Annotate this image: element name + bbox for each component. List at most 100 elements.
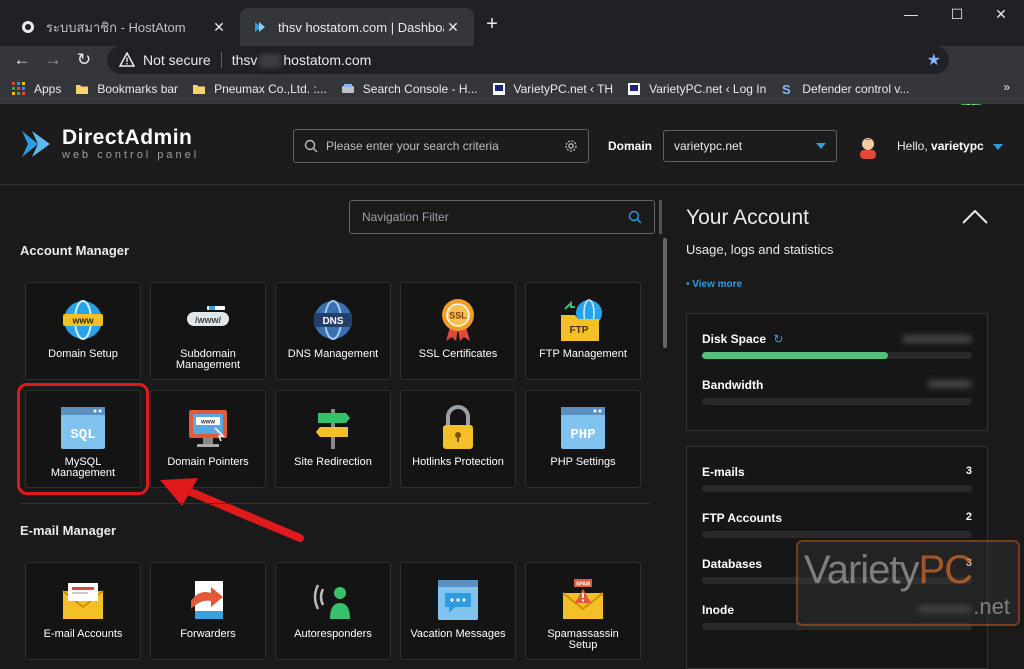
tile-email-accounts[interactable]: E-mail Accounts xyxy=(25,562,141,660)
bookmark-varietypc-login[interactable]: VarietyPC.net ‹ Log In xyxy=(627,82,766,96)
domain-select[interactable]: varietypc.net xyxy=(663,130,837,162)
svg-text:www: www xyxy=(71,316,94,326)
tile-label: SSL Certificates xyxy=(418,348,498,360)
tile-subdomain-management[interactable]: /www/ Subdomain Management xyxy=(150,282,266,380)
gear-icon[interactable] xyxy=(564,139,578,153)
svg-text:www: www xyxy=(200,420,215,426)
bookmarks-more-button[interactable]: » xyxy=(1003,80,1010,94)
chevron-up-icon[interactable] xyxy=(962,210,988,224)
tile-label: Subdomain Management xyxy=(175,348,241,371)
tile-label: Vacation Messages xyxy=(410,628,506,640)
scrollbar-thumb[interactable] xyxy=(663,238,667,348)
warning-triangle-icon xyxy=(119,52,135,67)
tile-spamassassin-setup[interactable]: SPAM Spamassassin Setup xyxy=(525,562,641,660)
chevron-down-icon[interactable] xyxy=(993,144,1003,150)
forward-arrow-icon[interactable]: → xyxy=(42,50,64,70)
navigation-filter-placeholder: Navigation Filter xyxy=(362,210,449,224)
tile-forwarders[interactable]: Forwarders xyxy=(150,562,266,660)
scrollbar-track[interactable] xyxy=(659,200,662,234)
tile-autoresponders[interactable]: Autoresponders xyxy=(275,562,391,660)
tile-ssl-certificates[interactable]: SSL SSL Certificates xyxy=(400,282,516,380)
watermark-tld: .net xyxy=(973,594,1010,619)
reload-icon[interactable]: ↻ xyxy=(73,50,95,70)
bookmark-defender-control[interactable]: S Defender control v... xyxy=(780,82,909,96)
site-icon xyxy=(628,82,641,95)
bookmark-label: VarietyPC.net ‹ TH xyxy=(513,81,614,96)
tile-domain-setup[interactable]: www Domain Setup xyxy=(25,282,141,380)
tile-vacation-messages[interactable]: Vacation Messages xyxy=(400,562,516,660)
tile-label: Spamassassin Setup xyxy=(547,628,619,651)
view-more-link[interactable]: • View more xyxy=(686,279,742,290)
tile-php-settings[interactable]: PHP PHP Settings xyxy=(525,390,641,488)
bookmark-search-console[interactable]: Search Console - H... xyxy=(341,82,478,96)
tile-label: Forwarders xyxy=(180,628,236,640)
logo-name: DirectAdmin xyxy=(62,126,193,149)
user-greeting[interactable]: Hello, varietypc xyxy=(897,139,984,153)
apps-grid-icon xyxy=(12,81,25,95)
minimize-button[interactable]: — xyxy=(888,6,934,26)
padlock-icon xyxy=(433,405,483,451)
bandwidth-value-redacted xyxy=(927,380,972,388)
directadmin-favicon-icon xyxy=(252,19,268,35)
new-tab-button[interactable]: + xyxy=(480,13,504,37)
site-icon xyxy=(492,82,505,95)
back-arrow-icon[interactable]: ← xyxy=(11,50,33,70)
tile-label: Hotlinks Protection xyxy=(412,456,504,468)
tab-close-icon[interactable]: ✕ xyxy=(444,19,462,36)
svg-text:SPAM: SPAM xyxy=(576,582,590,588)
svg-text:SSL: SSL xyxy=(449,311,467,321)
disk-space-bar xyxy=(702,352,972,359)
directadmin-logo-icon xyxy=(22,131,50,157)
tile-site-redirection[interactable]: Site Redirection xyxy=(275,390,391,488)
autoresponder-icon xyxy=(308,577,358,623)
chevron-down-icon xyxy=(816,143,826,149)
bookmark-pneumax[interactable]: Pneumax Co.,Ltd. :... xyxy=(192,82,327,96)
tab-hostatom[interactable]: ระบบสมาชิก - HostAtom ✕ xyxy=(8,8,240,46)
bookmark-bookmarks-bar[interactable]: Bookmarks bar xyxy=(75,82,178,96)
tile-label: Site Redirection xyxy=(294,456,372,468)
inode-label: Inode xyxy=(702,603,734,617)
folder-icon xyxy=(193,84,206,94)
refresh-icon[interactable]: ↻ xyxy=(773,332,783,346)
ftp-folder-icon: FTP xyxy=(558,297,608,343)
tab-dashboard[interactable]: thsv hostatom.com | Dashboard ✕ xyxy=(240,8,474,46)
emails-value: 3 xyxy=(965,465,972,477)
search-placeholder: Please enter your search criteria xyxy=(326,139,499,153)
address-bar[interactable]: Not secure thsv hostatom.com ★ xyxy=(107,46,949,74)
close-window-button[interactable]: ✕ xyxy=(978,6,1024,26)
logo-subtitle: web control panel xyxy=(62,149,200,161)
svg-text:DNS: DNS xyxy=(322,316,343,327)
tile-hotlinks-protection[interactable]: Hotlinks Protection xyxy=(400,390,516,488)
emails-label: E-mails xyxy=(702,465,745,479)
svg-text:/www/: /www/ xyxy=(195,315,222,325)
ssl-badge-icon: SSL xyxy=(433,297,483,343)
directadmin-logo[interactable]: DirectAdmin web control panel xyxy=(20,127,199,161)
bookmark-apps[interactable]: Apps xyxy=(12,81,62,96)
main-content: Navigation Filter Account Manager www Do… xyxy=(0,186,1024,669)
globe-www-icon: www xyxy=(58,297,108,343)
global-search-input[interactable]: Please enter your search criteria xyxy=(293,129,589,163)
disk-space-value-redacted xyxy=(902,335,972,343)
maximize-button[interactable]: ☐ xyxy=(934,6,980,26)
www-monitor-icon: www xyxy=(183,405,233,451)
bookmark-label: Pneumax Co.,Ltd. :... xyxy=(214,81,327,96)
bookmark-label: Apps xyxy=(34,81,62,96)
tab-close-icon[interactable]: ✕ xyxy=(210,19,228,36)
forward-icon xyxy=(183,577,233,623)
bookmark-star-icon[interactable]: ★ xyxy=(927,50,941,70)
navigation-filter-input[interactable]: Navigation Filter xyxy=(349,200,655,234)
tile-domain-pointers[interactable]: www Domain Pointers xyxy=(150,390,266,488)
bandwidth-bar xyxy=(702,398,972,405)
tile-dns-management[interactable]: DNS DNS Management xyxy=(275,282,391,380)
watermark-text: VarietyPC xyxy=(804,548,973,592)
svg-text:FTP: FTP xyxy=(570,325,589,336)
tile-ftp-management[interactable]: FTP FTP Management xyxy=(525,282,641,380)
ftp-accounts-label: FTP Accounts xyxy=(702,511,783,525)
search-console-icon xyxy=(341,83,354,93)
disk-space-label: Disk Space ↻ xyxy=(702,332,784,346)
tile-label: Domain Pointers xyxy=(167,456,249,468)
usage-card: Disk Space ↻ Bandwidth xyxy=(686,313,988,431)
bookmark-varietypc-th[interactable]: VarietyPC.net ‹ TH xyxy=(492,81,614,96)
hostatom-favicon-icon xyxy=(20,19,36,35)
user-avatar-icon[interactable] xyxy=(857,135,879,159)
